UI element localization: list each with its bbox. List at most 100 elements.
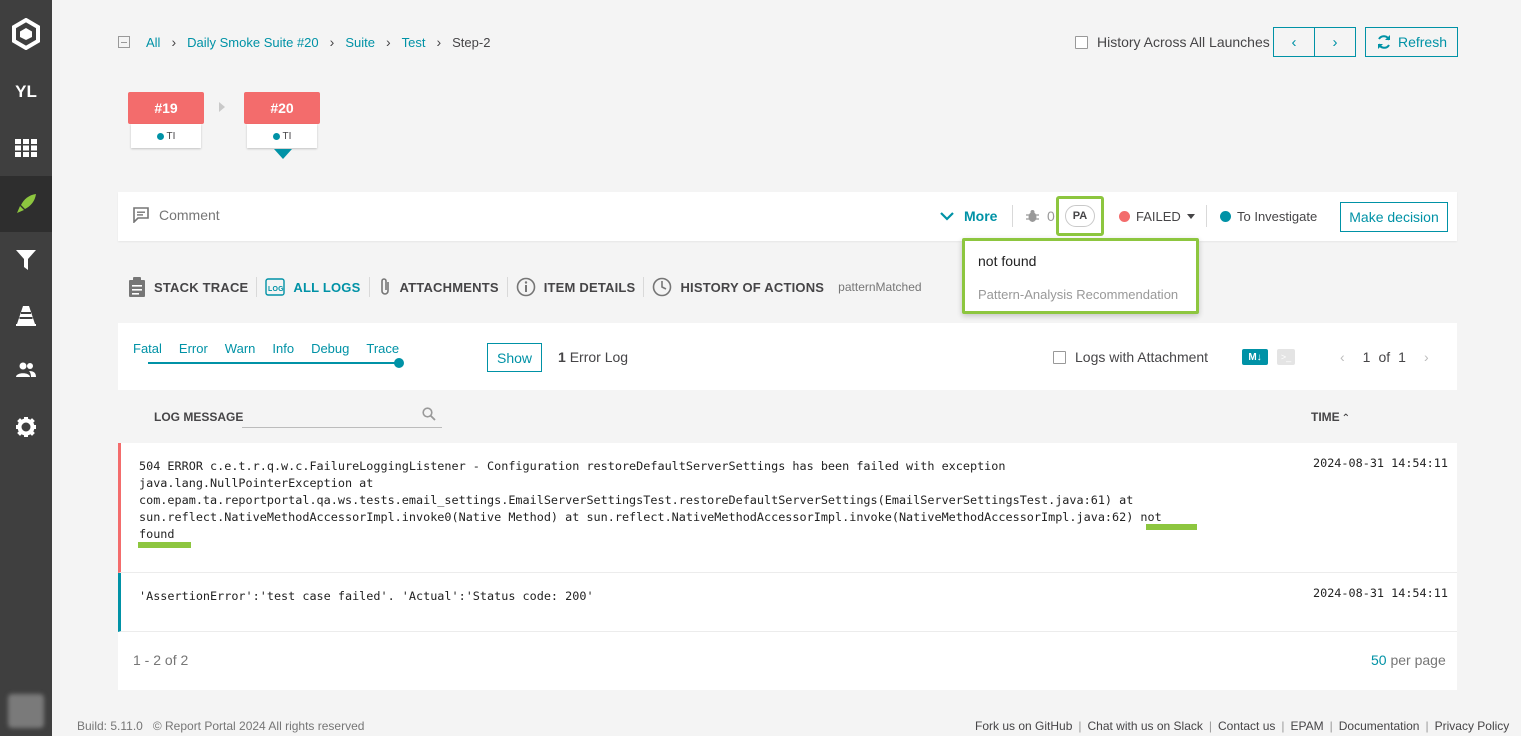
- history-across-launches[interactable]: History Across All Launches: [1075, 34, 1270, 50]
- history-checkbox[interactable]: [1075, 35, 1088, 49]
- launches-rocket-icon[interactable]: [0, 176, 52, 232]
- page-of: of: [1378, 349, 1391, 365]
- sidebar: YL: [0, 0, 52, 736]
- breadcrumb-suite[interactable]: Suite: [345, 35, 375, 50]
- bug-icon: [1026, 210, 1039, 222]
- defect-type[interactable]: To Investigate: [1220, 209, 1317, 224]
- settings-gear-icon[interactable]: [0, 399, 52, 455]
- refresh-button[interactable]: Refresh: [1365, 27, 1458, 57]
- status-label: FAILED: [1136, 209, 1181, 224]
- per-page-selector[interactable]: 50 per page: [1371, 652, 1446, 668]
- pattern-analysis-popup: not found Pattern-Analysis Recommendatio…: [962, 238, 1199, 314]
- footer-link-contact[interactable]: Contact us: [1218, 719, 1275, 733]
- level-warn[interactable]: Warn: [225, 341, 256, 356]
- build-info: Build: 5.11.0 © Report Portal 2024 All r…: [77, 719, 365, 733]
- failed-dot-icon: [1119, 211, 1130, 222]
- more-button[interactable]: More: [940, 208, 997, 224]
- pattern-matched-tab[interactable]: patternMatched: [838, 280, 921, 294]
- clock-icon: [653, 277, 672, 297]
- show-button[interactable]: Show: [487, 343, 542, 372]
- log-row[interactable]: 'AssertionError':'test case failed'. 'Ac…: [118, 573, 1457, 632]
- breadcrumb: All › Daily Smoke Suite #20 › Suite › Test ›…: [118, 34, 490, 50]
- project-selector[interactable]: YL: [0, 64, 52, 120]
- console-toggle-icon[interactable]: >_: [1277, 349, 1295, 365]
- tab-all-logs[interactable]: LOG ALL LOGS: [265, 278, 360, 296]
- logs-with-attachment[interactable]: Logs with Attachment: [1053, 349, 1208, 365]
- tab-label: HISTORY OF ACTIONS: [680, 279, 825, 295]
- next-page-icon[interactable]: ›: [1424, 349, 1429, 365]
- level-info[interactable]: Info: [272, 341, 294, 356]
- launch-history-item[interactable]: #19 TI: [128, 92, 204, 148]
- error-log-count[interactable]: 1 Error Log: [558, 349, 628, 365]
- tab-history-of-actions[interactable]: HISTORY OF ACTIONS: [652, 277, 824, 297]
- page-current: 1: [1362, 349, 1371, 365]
- pattern-analysis-badge[interactable]: PA: [1065, 205, 1095, 227]
- chevron-right-icon: ›: [436, 34, 442, 50]
- comment-button[interactable]: Comment: [132, 207, 220, 223]
- members-icon[interactable]: [0, 342, 52, 398]
- sort-asc-icon: ⌃: [1341, 413, 1351, 424]
- breadcrumb-launch[interactable]: Daily Smoke Suite #20: [187, 35, 319, 50]
- tab-attachments[interactable]: ATTACHMENTS: [378, 277, 499, 297]
- divider: [643, 277, 645, 297]
- log-controls: Fatal Error Warn Info Debug Trace Show 1…: [118, 323, 1457, 390]
- item-tabs: STACK TRACE LOG ALL LOGS ATTACHMENTS ITE…: [128, 276, 922, 298]
- log-pager: ‹ 1 of 1 ›: [1340, 349, 1429, 365]
- next-item-button[interactable]: ›: [1315, 28, 1355, 56]
- level-fatal[interactable]: Fatal: [133, 341, 162, 356]
- to-investigate-dot-icon: [156, 132, 164, 140]
- launch-number: #19: [128, 92, 204, 124]
- caret-down-icon: [1186, 214, 1195, 219]
- page-total: 1: [1398, 349, 1406, 365]
- status-dropdown[interactable]: FAILED: [1119, 209, 1195, 224]
- time-header[interactable]: TIME ⌃: [1311, 410, 1350, 424]
- level-error[interactable]: Error: [179, 341, 208, 356]
- svg-text:LOG: LOG: [268, 286, 284, 293]
- logo-icon[interactable]: [0, 6, 52, 62]
- time-header-label: TIME: [1311, 410, 1340, 424]
- footer-link-epam[interactable]: EPAM: [1291, 719, 1324, 733]
- tab-label: STACK TRACE: [154, 279, 249, 295]
- log-level-slider[interactable]: [148, 358, 404, 368]
- tab-item-details[interactable]: ITEM DETAILS: [516, 277, 636, 297]
- footer-link-slack[interactable]: Chat with us on Slack: [1088, 719, 1203, 733]
- items-range: 1 - 2 of 2: [133, 652, 189, 668]
- badge-label: TI: [282, 130, 292, 142]
- breadcrumb-test[interactable]: Test: [402, 35, 426, 50]
- arrow-right-icon: [219, 102, 225, 112]
- comment-label: Comment: [159, 207, 220, 223]
- footer-link-github[interactable]: Fork us on GitHub: [975, 719, 1072, 733]
- prev-item-button[interactable]: ‹: [1274, 28, 1315, 56]
- per-page-label: per page: [1390, 652, 1446, 668]
- attachment-checkbox[interactable]: [1053, 350, 1066, 364]
- level-trace[interactable]: Trace: [366, 341, 399, 356]
- filter-icon[interactable]: [0, 232, 52, 288]
- tab-stack-trace[interactable]: STACK TRACE: [128, 277, 248, 297]
- markdown-toggle-icon[interactable]: M↓: [1242, 349, 1268, 365]
- footer-link-privacy[interactable]: Privacy Policy: [1435, 719, 1510, 733]
- defect-counter: 0: [1026, 208, 1055, 224]
- log-message: 'AssertionError':'test case failed'. 'Ac…: [139, 589, 594, 603]
- log-message: 504 ERROR c.e.t.r.q.w.c.FailureLoggingLi…: [139, 459, 1162, 541]
- slider-handle[interactable]: [394, 358, 404, 368]
- refresh-label: Refresh: [1397, 34, 1448, 50]
- chevron-right-icon: ›: [171, 34, 177, 50]
- breadcrumb-current: Step-2: [452, 34, 491, 50]
- level-debug[interactable]: Debug: [311, 341, 349, 356]
- pa-highlight-box: PA: [1056, 196, 1104, 236]
- item-info-bar: Comment More 0 PA FAILED To Investigate …: [118, 192, 1457, 241]
- user-avatar[interactable]: [8, 694, 44, 728]
- prev-page-icon[interactable]: ‹: [1340, 349, 1345, 365]
- divider: [1012, 205, 1013, 227]
- debug-cone-icon[interactable]: [0, 288, 52, 344]
- collapse-checkbox[interactable]: [118, 36, 130, 48]
- tab-label: ALL LOGS: [293, 279, 361, 295]
- per-page-number[interactable]: 50: [1371, 652, 1387, 668]
- log-search-input[interactable]: [242, 404, 442, 428]
- launch-history-item-active[interactable]: #20 TI: [244, 92, 320, 159]
- make-decision-button[interactable]: Make decision: [1340, 202, 1448, 232]
- breadcrumb-all[interactable]: All: [146, 35, 160, 50]
- footer-link-docs[interactable]: Documentation: [1339, 719, 1420, 733]
- log-row[interactable]: 504 ERROR c.e.t.r.q.w.c.FailureLoggingLi…: [118, 443, 1457, 573]
- dashboard-icon[interactable]: [0, 120, 52, 176]
